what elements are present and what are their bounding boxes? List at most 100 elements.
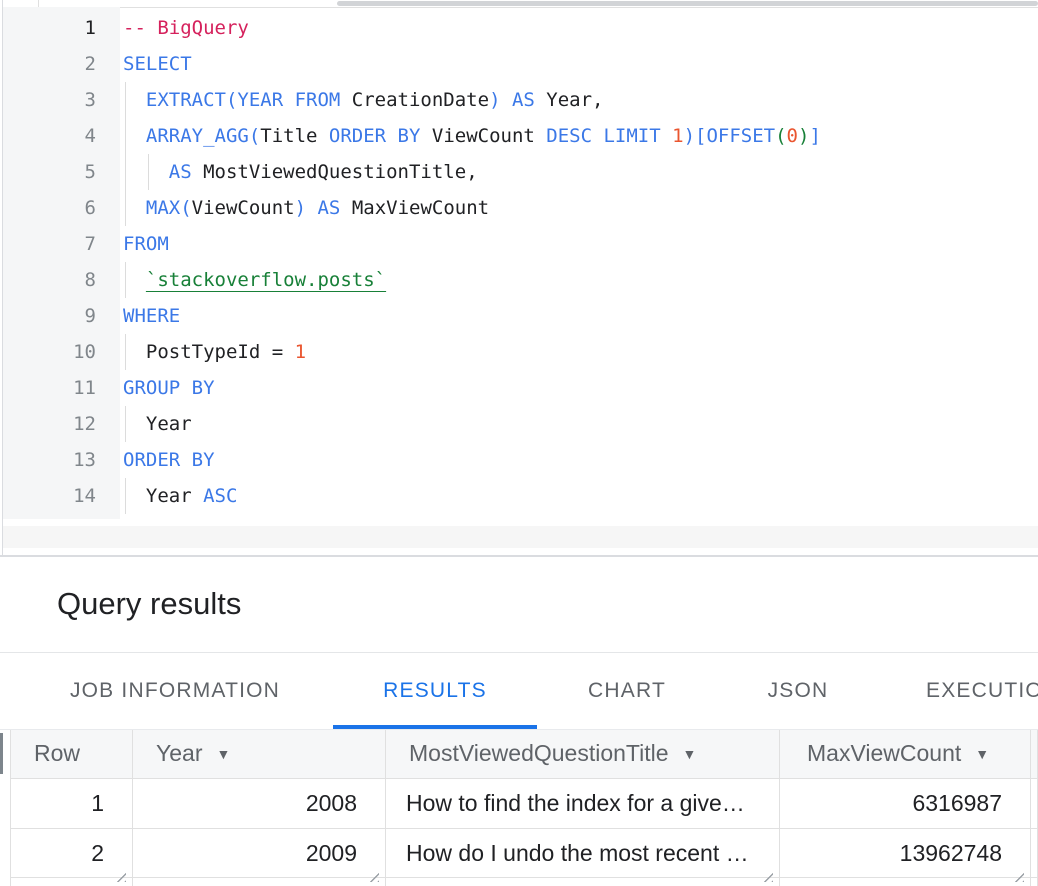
column-header-row[interactable]: Row xyxy=(10,730,132,778)
table-cell: 2009 xyxy=(132,828,385,878)
line-number: 5 xyxy=(3,154,120,190)
code-token: MaxViewCount xyxy=(352,197,489,219)
panel-divider[interactable] xyxy=(0,555,1038,557)
column-header-year[interactable]: Year▼ xyxy=(132,730,385,778)
line-number: 13 xyxy=(3,442,120,478)
line-number: 7 xyxy=(3,226,120,262)
table-cell: How to find the index for a give… xyxy=(385,778,779,828)
table-cell: 13962748 xyxy=(779,828,1030,878)
code-token: ORDER BY xyxy=(123,449,215,471)
code-token: ) AS xyxy=(489,89,546,111)
code-line[interactable]: Year ASC xyxy=(120,478,1038,514)
sort-descending-icon[interactable]: ▼ xyxy=(216,731,230,777)
indent-guide xyxy=(125,118,126,154)
line-number: 9 xyxy=(3,298,120,334)
code-token: 0 xyxy=(787,125,798,147)
code-line[interactable]: ARRAY_AGG(Title ORDER BY ViewCount DESC … xyxy=(120,118,1038,154)
sort-descending-icon[interactable]: ▼ xyxy=(975,731,989,777)
code-token: -- BigQuery xyxy=(123,17,249,39)
code-token: PostTypeId = xyxy=(146,341,295,363)
code-token: Year xyxy=(123,413,192,435)
code-token: ORDER BY xyxy=(329,125,432,147)
code-line[interactable]: MAX(ViewCount) AS MaxViewCount xyxy=(120,190,1038,226)
active-tab-indicator xyxy=(333,725,537,729)
tab-job-information[interactable]: JOB INFORMATION xyxy=(30,653,320,729)
column-border xyxy=(1030,730,1031,886)
column-header-label: MostViewedQuestionTitle xyxy=(409,740,669,766)
code-line[interactable]: Year xyxy=(120,406,1038,442)
code-token: EXTRACT(YEAR FROM xyxy=(146,89,352,111)
code-token: ) AS xyxy=(295,197,352,219)
line-number-column: 1234567891011121314 xyxy=(3,10,120,514)
tab-json[interactable]: JSON xyxy=(753,653,843,729)
tab-label: RESULTS xyxy=(383,679,487,702)
line-number: 12 xyxy=(3,406,120,442)
code-token: MAX( xyxy=(146,197,192,219)
code-token: 1 xyxy=(295,341,306,363)
tab-results[interactable]: RESULTS xyxy=(333,653,537,729)
code-line[interactable]: -- BigQuery xyxy=(120,10,1038,46)
tab-chart[interactable]: CHART xyxy=(572,653,682,729)
code-token xyxy=(123,161,169,183)
code-token: Title xyxy=(260,125,329,147)
code-token: GROUP BY xyxy=(123,377,215,399)
sort-descending-icon[interactable]: ▼ xyxy=(683,731,697,777)
editor-top-border xyxy=(38,7,1038,8)
code-line[interactable]: SELECT xyxy=(120,46,1038,82)
code-token xyxy=(123,269,146,291)
line-number: 11 xyxy=(3,370,120,406)
code-area[interactable]: -- BigQuery SELECT EXTRACT(YEAR FROM Crea… xyxy=(120,10,1038,514)
indent-guide xyxy=(125,478,126,514)
code-token: ARRAY_AGG( xyxy=(146,125,260,147)
horizontal-scrollbar-track[interactable] xyxy=(3,526,1038,548)
code-line[interactable]: EXTRACT(YEAR FROM CreationDate) AS Year, xyxy=(120,82,1038,118)
code-line[interactable]: AS MostViewedQuestionTitle, xyxy=(120,154,1038,190)
line-number: 3 xyxy=(3,82,120,118)
table-cell: 1 xyxy=(10,778,132,828)
code-line[interactable]: `stackoverflow.posts` xyxy=(120,262,1038,298)
column-header-mostviewedquestiontitle[interactable]: MostViewedQuestionTitle ▼ xyxy=(385,730,779,778)
table-cell: 2008 xyxy=(132,778,385,828)
code-token: ViewCount xyxy=(192,197,295,219)
code-token: AS xyxy=(169,161,203,183)
code-line[interactable]: PostTypeId = 1 xyxy=(120,334,1038,370)
code-token: Year, xyxy=(546,89,603,111)
tab-label: CHART xyxy=(588,679,666,702)
code-line[interactable]: FROM xyxy=(120,226,1038,262)
editor-top-corner xyxy=(38,0,39,7)
code-token xyxy=(123,341,146,363)
indent-guide xyxy=(125,262,126,298)
line-number: 1 xyxy=(3,10,120,46)
code-token: SELECT xyxy=(123,53,192,75)
line-number: 10 xyxy=(3,334,120,370)
line-number: 14 xyxy=(3,478,120,514)
column-header-label: Row xyxy=(34,740,80,766)
indent-guide xyxy=(125,190,126,226)
code-token: ASC xyxy=(203,485,237,507)
table-cell: 6316987 xyxy=(779,778,1030,828)
line-number: 2 xyxy=(3,46,120,82)
tab-execution-details[interactable]: EXECUTION DETAILS xyxy=(926,653,1038,729)
code-token: ViewCount xyxy=(432,125,546,147)
code-line[interactable]: ORDER BY xyxy=(120,442,1038,478)
code-token: 1 xyxy=(672,125,683,147)
code-line[interactable]: GROUP BY xyxy=(120,370,1038,406)
line-number: 8 xyxy=(3,262,120,298)
code-token: WHERE xyxy=(123,305,180,327)
indent-guide xyxy=(125,82,126,118)
code-line[interactable]: WHERE xyxy=(120,298,1038,334)
vertical-scrollbar-fragment[interactable] xyxy=(0,733,3,774)
table-cell: 2 xyxy=(10,828,132,878)
tab-label: JSON xyxy=(768,679,829,702)
code-token: )[OFFSET xyxy=(684,125,776,147)
column-header-label: MaxViewCount xyxy=(807,740,961,766)
code-token xyxy=(123,89,146,111)
code-token xyxy=(123,197,146,219)
query-results-title: Query results xyxy=(57,586,241,622)
horizontal-scrollbar-thumb[interactable] xyxy=(337,1,1038,6)
indent-guide xyxy=(125,154,126,190)
table-reference-link[interactable]: `stackoverflow.posts` xyxy=(146,269,386,291)
indent-guide xyxy=(125,334,126,370)
column-header-maxviewcount[interactable]: MaxViewCount ▼ xyxy=(779,730,1030,778)
results-table: RowYear▼MostViewedQuestionTitle▼MaxViewC… xyxy=(0,730,1038,886)
